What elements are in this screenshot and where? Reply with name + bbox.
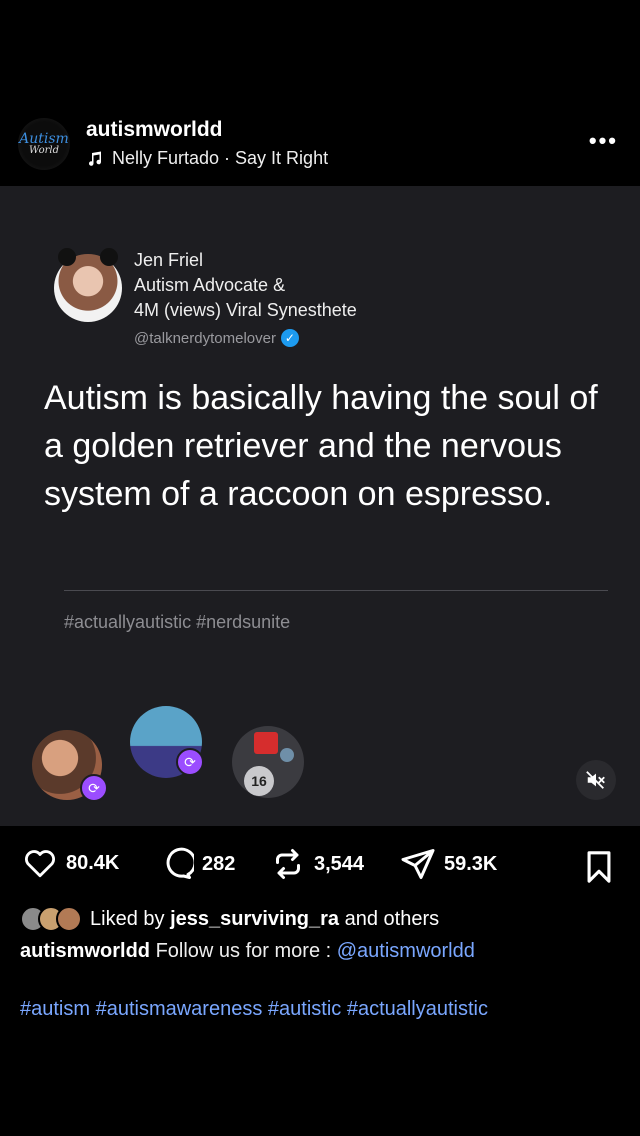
author-bio-line2: 4M (views) Viral Synesthete <box>134 300 357 320</box>
repost-button[interactable]: 3,544 <box>270 846 364 882</box>
like-count: 80.4K <box>66 851 120 874</box>
comment-button[interactable]: 282 <box>158 846 235 882</box>
avatar-logo-line2: World <box>29 145 59 156</box>
audio-track-link[interactable]: Nelly Furtado · Say It Right <box>86 148 328 169</box>
group-avatar-mini <box>280 748 294 762</box>
avatar-ear-right <box>100 248 118 266</box>
author-handle-text: @talknerdytomelover <box>134 329 276 347</box>
repost-icon: ⟳ <box>80 774 108 802</box>
card-hashtags: #actuallyautistic #nerdsunite <box>64 612 291 632</box>
divider <box>64 590 608 591</box>
account-username[interactable]: autismworldd <box>86 118 223 142</box>
mute-button[interactable] <box>576 760 616 800</box>
comment-icon <box>166 847 194 879</box>
caption: autismworldd Follow us for more : @autis… <box>20 940 475 963</box>
repost-icon <box>276 849 300 879</box>
repost-count-badge: 16 <box>244 766 274 796</box>
music-note-icon <box>89 151 102 166</box>
bookmark-icon <box>587 851 611 883</box>
like-button[interactable]: 80.4K <box>22 846 119 880</box>
caption-text: Follow us for more : <box>150 940 337 962</box>
account-avatar[interactable]: Autism World <box>18 118 70 170</box>
author-handle: @talknerdytomelover ✓ <box>134 329 299 347</box>
audio-track-label: Nelly Furtado · Say It Right <box>112 148 329 168</box>
quote-text: Autism is basically having the soul of a… <box>44 379 598 513</box>
more-options-button[interactable]: ••• <box>589 128 618 154</box>
speaker-muted-icon <box>586 771 605 789</box>
liker-avatar <box>56 906 82 932</box>
caption-hashtags[interactable]: #autism #autismawareness #autistic #actu… <box>20 998 488 1021</box>
heart-icon <box>25 850 55 878</box>
repost-icon: ⟳ <box>176 748 204 776</box>
repost-count: 3,544 <box>314 852 365 875</box>
share-button[interactable]: 59.3K <box>400 846 497 882</box>
caption-mention-link[interactable]: @autismworldd <box>337 940 475 962</box>
comment-count: 282 <box>202 852 236 875</box>
avatar-logo-line1: Autism <box>19 131 69 147</box>
post-media[interactable]: Jen Friel Autism Advocate & 4M (views) V… <box>0 186 640 826</box>
verified-badge-icon: ✓ <box>280 329 299 347</box>
liked-by-suffix: and others <box>339 907 440 930</box>
liked-by-user[interactable]: jess_surviving_ra <box>170 908 339 931</box>
author-name: Jen Friel <box>134 250 204 270</box>
avatar-ear-left <box>58 248 76 266</box>
caption-username[interactable]: autismworldd <box>20 940 150 962</box>
liked-by-prefix: Liked by <box>90 907 171 930</box>
send-icon <box>401 849 435 879</box>
liked-by-row[interactable]: Liked by jess_surviving_ra and others <box>20 906 439 932</box>
post-header: Autism World autismworldd Nelly Furtado … <box>0 108 640 184</box>
author-bio-line1: Autism Advocate & <box>134 275 286 295</box>
group-avatar-mini <box>254 732 278 754</box>
share-count: 59.3K <box>444 852 498 875</box>
action-bar: 80.4K 282 3,544 59.3K <box>0 840 640 888</box>
save-button[interactable] <box>584 850 614 889</box>
